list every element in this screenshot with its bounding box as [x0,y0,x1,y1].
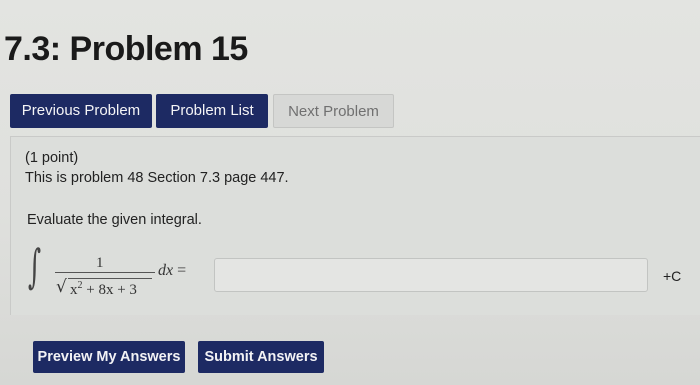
square-root-bar [68,278,152,279]
square-root-symbol: √ [56,277,67,297]
integral-symbol: ∫ [28,239,42,293]
fraction-bar [55,272,155,273]
previous-problem-button[interactable]: Previous Problem [10,94,152,128]
page-title: 7.3: Problem 15 [4,30,248,68]
preview-answers-button[interactable]: Preview My Answers [33,341,185,373]
constant-of-integration: +C [663,268,682,284]
problem-instruction: Evaluate the given integral. [27,212,202,228]
problem-description: This is problem 48 Section 7.3 page 447. [25,170,289,186]
problem-list-button[interactable]: Problem List [156,94,268,128]
next-problem-button[interactable]: Next Problem [273,94,394,128]
fraction-numerator: 1 [96,255,104,271]
differential: dx [158,262,174,279]
problem-points: (1 point) [25,150,79,166]
denominator-base: x [70,282,78,298]
differential-equals: dx = [158,262,186,280]
fraction-denominator: x2 + 8x + 3 [70,280,137,299]
equals-sign: = [173,262,187,279]
submit-answers-button[interactable]: Submit Answers [198,341,324,373]
answer-input[interactable] [214,258,648,292]
denominator-rest: + 8x + 3 [82,282,137,298]
webwork-page: 7.3: Problem 15 Previous Problem Problem… [0,0,700,385]
